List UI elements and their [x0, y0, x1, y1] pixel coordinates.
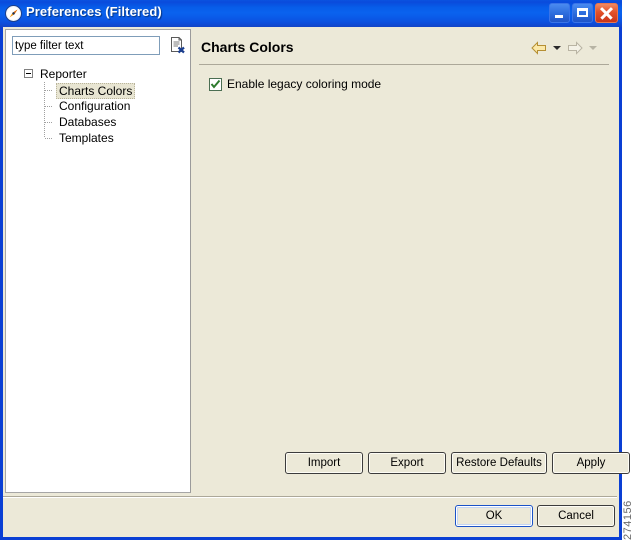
dialog-footer-buttons: OK Cancel: [3, 505, 617, 535]
page-title-divider: [199, 64, 609, 65]
enable-legacy-coloring-label: Enable legacy coloring mode: [227, 77, 382, 91]
figure-watermark: 274156: [622, 500, 634, 540]
history-navigation: [530, 40, 599, 56]
page-action-buttons: Import Export Restore Defaults Apply: [193, 452, 630, 482]
chevron-down-icon-disabled: [589, 46, 597, 50]
preference-page-pane: Charts Colors Enable legacy coloring mod…: [193, 29, 617, 493]
preferences-tree-pane: Reporter Charts Colors Configuration: [5, 29, 191, 493]
tree-connector-horizontal: [45, 122, 53, 123]
tree-item-reporter[interactable]: Reporter: [6, 66, 192, 82]
apply-button[interactable]: Apply: [552, 452, 630, 474]
preferences-compass-icon: [5, 5, 22, 22]
page-title: Charts Colors: [201, 39, 294, 55]
minimize-button[interactable]: [549, 3, 570, 23]
legacy-coloring-option-row[interactable]: Enable legacy coloring mode: [209, 77, 381, 91]
back-arrow-icon[interactable]: [530, 40, 548, 56]
dialog-body: Reporter Charts Colors Configuration: [3, 27, 630, 537]
tree-connector-horizontal: [45, 106, 53, 107]
screenshot-root: Preferences (Filtered) type filter text …: [0, 0, 640, 544]
tree-connector-horizontal: [45, 90, 53, 91]
tree-connector-horizontal: [45, 138, 53, 139]
tree-item-label: Reporter: [40, 67, 87, 81]
window-controls: [549, 3, 618, 23]
preferences-dialog: Preferences (Filtered) type filter text …: [0, 0, 630, 540]
forward-arrow-icon: [566, 40, 584, 56]
clear-filter-icon[interactable]: [169, 36, 186, 54]
collapse-toggle-icon[interactable]: [24, 69, 33, 78]
cancel-button[interactable]: Cancel: [537, 505, 615, 527]
tree-connector-vertical: [44, 130, 45, 138]
tree-item-label: Charts Colors: [56, 83, 136, 99]
close-icon[interactable]: [595, 3, 618, 23]
import-button[interactable]: Import: [285, 452, 363, 474]
tree-item-configuration[interactable]: Configuration: [6, 98, 192, 114]
search-input[interactable]: [15, 38, 157, 53]
export-button[interactable]: Export: [368, 452, 446, 474]
window-title: Preferences (Filtered): [26, 4, 162, 19]
tree-item-label: Configuration: [59, 99, 131, 113]
enable-legacy-coloring-checkbox[interactable]: [209, 77, 222, 91]
tree-item-label: Templates: [59, 131, 114, 145]
footer-divider: [3, 497, 617, 498]
tree-item-label: Databases: [59, 115, 117, 129]
tree-item-databases[interactable]: Databases: [6, 114, 192, 130]
ok-button[interactable]: OK: [455, 505, 533, 527]
restore-defaults-button[interactable]: Restore Defaults: [451, 452, 547, 474]
tree-item-charts-colors[interactable]: Charts Colors: [6, 82, 192, 99]
filter-field-wrapper[interactable]: [12, 36, 160, 55]
tree-item-templates[interactable]: Templates: [6, 130, 192, 146]
maximize-button[interactable]: [572, 3, 593, 23]
window-titlebar[interactable]: Preferences (Filtered): [0, 0, 622, 27]
chevron-down-icon[interactable]: [553, 46, 561, 50]
preferences-tree[interactable]: Reporter Charts Colors Configuration Dat…: [6, 66, 192, 146]
